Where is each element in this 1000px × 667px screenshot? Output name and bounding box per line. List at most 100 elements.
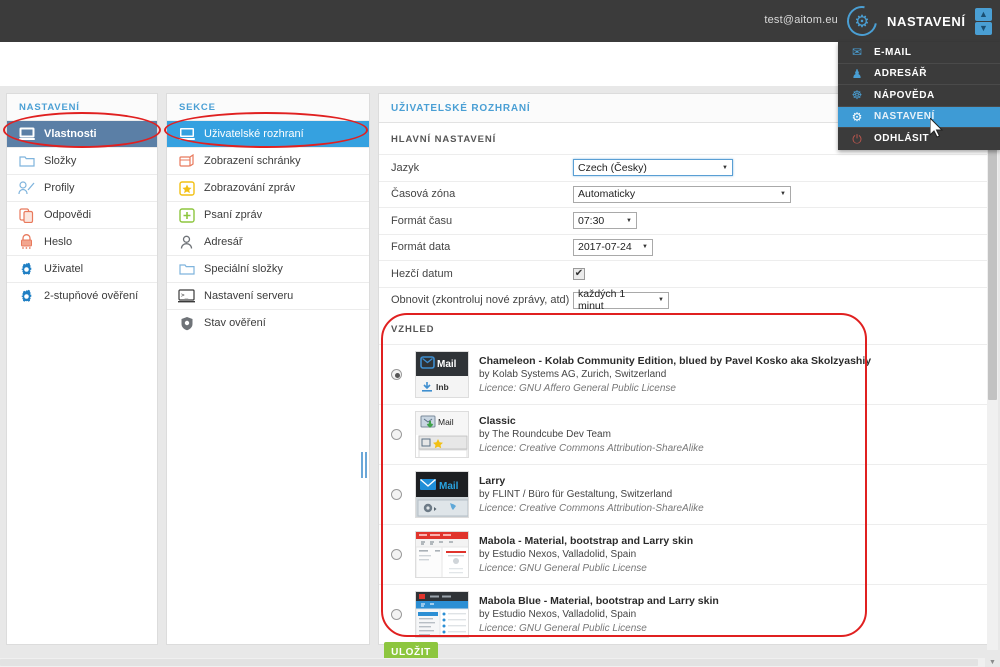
task-menu-item-logout[interactable]: ⏻ ODHLÁSIT <box>838 128 1000 150</box>
field-label: Hezčí datum <box>391 268 573 280</box>
lifebuoy-icon: ☸ <box>848 86 866 104</box>
task-dropdown-menu[interactable]: ✉ E-MAIL ♟ ADRESÁŘ ☸ NÁPOVĚDA ⚙ NASTAVEN… <box>838 42 1000 150</box>
gear-icon <box>17 260 36 279</box>
vertical-scrollbar[interactable] <box>987 90 998 650</box>
section-item-zobrazeni-schranky[interactable]: Zobrazení schránky <box>167 147 369 174</box>
skin-radio[interactable] <box>391 549 402 560</box>
task-menu-item-email[interactable]: ✉ E-MAIL <box>838 42 1000 64</box>
date-format-select[interactable]: 2017-07-24 <box>573 239 653 256</box>
mailbox-icon <box>177 152 196 171</box>
refresh-interval-select[interactable]: každých 1 minut <box>573 292 669 309</box>
task-menu-item-label: NASTAVENÍ <box>874 111 935 122</box>
section-item-label: Uživatelské rozhraní <box>204 128 304 140</box>
sidebar-item-label: Odpovědi <box>44 209 91 221</box>
skin-licence: Licence: GNU General Public License <box>479 622 719 636</box>
section-item-zobrazovani-zprav[interactable]: Zobrazování zpráv <box>167 174 369 201</box>
form-row-jazyk: Jazyk Czech (Česky) <box>379 154 989 181</box>
section-item-adresar[interactable]: Adresář <box>167 228 369 255</box>
skin-info: Mabola - Material, bootstrap and Larry s… <box>479 534 693 575</box>
timezone-select[interactable]: Automaticky <box>573 186 791 203</box>
sidebar-item-2fa[interactable]: 2-stupňové ověření <box>7 282 157 309</box>
mouse-cursor <box>930 118 944 138</box>
sidebar-item-heslo[interactable]: Heslo <box>7 228 157 255</box>
sidebar-item-vlastnosti[interactable]: Vlastnosti <box>7 120 157 147</box>
skin-thumbnail-mabola <box>415 531 469 578</box>
sidebar-item-odpovedi[interactable]: Odpovědi <box>7 201 157 228</box>
skin-row-classic[interactable]: Mail Classic by The Roundcube Dev Team L… <box>379 404 989 464</box>
skin-info: Mabola Blue - Material, bootstrap and La… <box>479 594 719 635</box>
task-menu-item-settings[interactable]: ⚙ NASTAVENÍ <box>838 107 1000 129</box>
sidebar-item-label: Profily <box>44 182 75 194</box>
terminal-icon: >_ <box>177 287 196 306</box>
skin-row-larry[interactable]: Mail Larry by FLINT / Büro für Gestaltun… <box>379 464 989 524</box>
field-label: Jazyk <box>391 162 573 174</box>
skin-radio[interactable] <box>391 429 402 440</box>
settings-list-title: NASTAVENÍ <box>7 94 157 120</box>
column-splitter-handle[interactable] <box>360 452 367 478</box>
main-content-panel: UŽIVATELSKÉ ROZHRANÍ HLAVNÍ NASTAVENÍ Ja… <box>378 93 990 645</box>
skin-name: Chameleon - Kolab Community Edition, blu… <box>479 354 871 368</box>
task-menu-item-label: ODHLÁSIT <box>874 133 929 144</box>
skin-radio[interactable] <box>391 369 402 380</box>
pretty-date-checkbox[interactable]: ✔ <box>573 268 585 280</box>
person-icon <box>177 233 196 252</box>
task-menu-item-addressbook[interactable]: ♟ ADRESÁŘ <box>838 64 1000 86</box>
skin-name: Mabola Blue - Material, bootstrap and La… <box>479 594 719 608</box>
skin-row-mabola-blue[interactable]: Mabola Blue - Material, bootstrap and La… <box>379 584 989 644</box>
sidebar-item-slozky[interactable]: Složky <box>7 147 157 174</box>
scroll-stepper[interactable]: ▲ ▼ <box>975 8 992 35</box>
skin-author: by Kolab Systems AG, Zurich, Switzerland <box>479 368 871 382</box>
skin-info: Chameleon - Kolab Community Edition, blu… <box>479 354 871 395</box>
copy-icon <box>17 206 36 225</box>
sidebar-item-label: 2-stupňové ověření <box>44 290 138 302</box>
svg-text:>_: >_ <box>181 292 189 299</box>
skin-author: by FLINT / Büro für Gestaltung, Switzerl… <box>479 488 704 502</box>
section-item-specialni-slozky[interactable]: Speciální složky <box>167 255 369 282</box>
sidebar-item-label: Uživatel <box>44 263 83 275</box>
section-item-uzivatelske-rozhrani[interactable]: Uživatelské rozhraní <box>167 120 369 147</box>
sidebar-item-profily[interactable]: Profily <box>7 174 157 201</box>
section-item-label: Zobrazení schránky <box>204 155 301 167</box>
lock-icon <box>17 233 36 252</box>
form-row-format-casu: Formát času 07:30 <box>379 207 989 234</box>
task-menu-button[interactable]: ⚙ NASTAVENÍ ▲ ▼ <box>838 0 1000 42</box>
gear-icon: ⚙ <box>848 108 866 126</box>
power-icon: ⏻ <box>848 130 866 148</box>
sections-list-title: SEKCE <box>167 94 369 120</box>
horizontal-scrollbar[interactable] <box>0 658 985 667</box>
task-menu-label: NASTAVENÍ <box>887 14 966 29</box>
person-icon: ♟ <box>848 65 866 83</box>
section-item-label: Stav ověření <box>204 317 266 329</box>
section-item-stav-overeni[interactable]: Stav ověření <box>167 309 369 336</box>
section-item-label: Psaní zpráv <box>204 209 262 221</box>
time-format-select[interactable]: 07:30 <box>573 212 637 229</box>
field-label: Časová zóna <box>391 188 573 200</box>
skin-info: Classic by The Roundcube Dev Team Licenc… <box>479 414 704 455</box>
field-label: Formát času <box>391 215 573 227</box>
svg-text:Mail: Mail <box>437 359 457 370</box>
stepper-up-icon[interactable]: ▲ <box>975 8 992 21</box>
skin-licence: Licence: GNU General Public License <box>479 562 693 576</box>
folder-icon <box>177 260 196 279</box>
skin-radio[interactable] <box>391 489 402 500</box>
sidebar-item-uzivatel[interactable]: Uživatel <box>7 255 157 282</box>
skin-licence: Licence: Creative Commons Attribution-Sh… <box>479 442 704 456</box>
identity-icon <box>17 179 36 198</box>
task-menu-item-help[interactable]: ☸ NÁPOVĚDA <box>838 85 1000 107</box>
section-item-psani-zprav[interactable]: Psaní zpráv <box>167 201 369 228</box>
task-menu-item-label: E-MAIL <box>874 47 911 58</box>
section-item-nastaveni-serveru[interactable]: >_ Nastavení serveru <box>167 282 369 309</box>
shield-icon <box>177 314 196 333</box>
skin-row-mabola[interactable]: Mabola - Material, bootstrap and Larry s… <box>379 524 989 584</box>
form-row-hezci-datum: Hezčí datum ✔ <box>379 260 989 287</box>
gear-icon: ⚙ <box>841 0 883 42</box>
skin-name: Classic <box>479 414 704 428</box>
language-select[interactable]: Czech (Česky) <box>573 159 733 176</box>
skin-row-chameleon[interactable]: Mail Inb Chameleon - Kolab Community Edi… <box>379 344 989 404</box>
horizontal-scrollbar-thumb[interactable] <box>0 659 978 666</box>
section-item-label: Nastavení serveru <box>204 290 293 302</box>
envelope-icon: ✉ <box>848 43 866 61</box>
skin-author: by Estudio Nexos, Valladolid, Spain <box>479 608 719 622</box>
skin-radio[interactable] <box>391 609 402 620</box>
stepper-down-icon[interactable]: ▼ <box>975 22 992 35</box>
